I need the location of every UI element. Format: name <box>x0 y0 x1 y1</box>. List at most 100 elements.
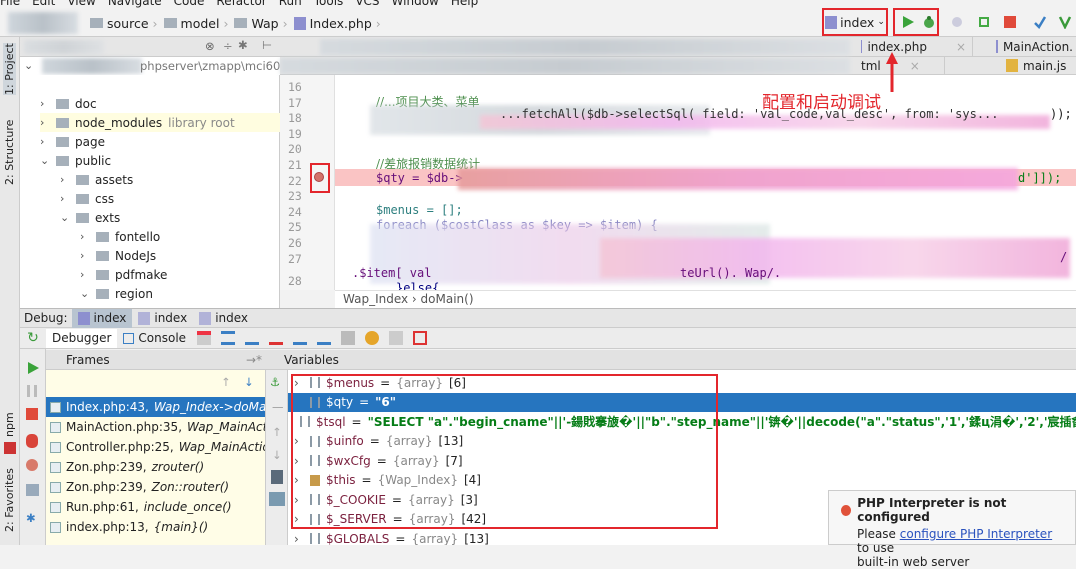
run-to-cursor-icon[interactable] <box>317 331 332 345</box>
chevron-right-icon[interactable]: › <box>60 192 70 205</box>
arrow-up-icon[interactable]: ↑ <box>221 375 231 389</box>
tree-item[interactable]: › page <box>40 132 280 151</box>
arrow-down-icon[interactable]: ↓ <box>244 375 254 389</box>
breadcrumb-source[interactable]: source › <box>90 16 158 31</box>
show-execution-point-icon[interactable] <box>197 331 212 345</box>
menu-vcs[interactable]: VCS <box>355 0 379 8</box>
tab-html[interactable]: tml × <box>855 57 945 74</box>
remove-watch-icon[interactable]: — <box>272 400 284 414</box>
pause-icon[interactable] <box>27 385 37 397</box>
chevron-right-icon[interactable]: › <box>40 97 50 110</box>
tab-main-js[interactable]: main.js <box>1000 57 1076 74</box>
chevron-down-icon[interactable]: ⌄ <box>60 211 70 224</box>
breadcrumb-index-php[interactable]: Index.php › <box>293 16 381 31</box>
vcs-commit-icon[interactable] <box>1058 15 1072 29</box>
tree-item[interactable]: › css <box>60 189 300 208</box>
layout-icon[interactable] <box>26 484 39 496</box>
menu-edit[interactable]: Edit <box>32 0 55 8</box>
tree-item[interactable]: › node_modules library root <box>40 113 280 132</box>
chevron-right-icon[interactable]: › <box>294 532 304 546</box>
tab-debugger[interactable]: Debugger <box>46 328 118 348</box>
evaluate-icon[interactable] <box>341 331 356 345</box>
chevron-right-icon[interactable]: › <box>60 173 70 186</box>
restore-layout-icon[interactable] <box>413 331 428 345</box>
gear-icon[interactable]: ✱ <box>238 38 248 52</box>
rerun-icon[interactable] <box>977 15 991 29</box>
chevron-right-icon[interactable]: › <box>40 135 50 148</box>
chevron-right-icon[interactable]: › <box>80 249 90 262</box>
tool-window-npm[interactable]: npm <box>3 412 16 437</box>
line-number: 28 <box>288 274 302 289</box>
watches-icon[interactable] <box>365 331 380 345</box>
menu-refactor[interactable]: Refactor <box>216 0 266 8</box>
tree-item[interactable]: ⌄ public <box>40 151 280 170</box>
menu-run[interactable]: Run <box>279 0 302 8</box>
frame-item[interactable]: MainAction.php:35,Wap_MainAction-> <box>46 417 265 437</box>
tab-mainaction[interactable]: MainAction. <box>990 37 1076 56</box>
tree-item[interactable]: › doc <box>40 94 280 113</box>
tool-window-project[interactable]: 1: Project <box>3 43 16 95</box>
breadcrumb-model[interactable]: model › <box>163 16 228 31</box>
step-into-icon[interactable] <box>245 331 260 345</box>
arrow-down-icon[interactable]: ↓ <box>272 448 282 462</box>
hide-icon[interactable]: ⊢ <box>262 38 272 52</box>
menu-window[interactable]: Window <box>392 0 439 8</box>
force-step-into-icon[interactable] <box>269 331 284 345</box>
menu-help[interactable]: Help <box>451 0 478 8</box>
breakpoint-icon[interactable] <box>314 172 324 182</box>
chevron-right-icon[interactable]: › <box>40 116 50 129</box>
menu-file[interactable]: File <box>0 0 20 8</box>
chevron-right-icon[interactable]: › <box>80 268 90 281</box>
vcs-update-icon[interactable] <box>1033 15 1047 29</box>
collapse-icon[interactable]: ÷ <box>223 39 233 53</box>
frame-item[interactable]: Zon.php:239, Zon::router() <box>46 477 265 497</box>
coverage-icon[interactable] <box>950 15 964 29</box>
debug-icon[interactable] <box>922 15 936 29</box>
frame-item[interactable]: index.php:13, {main}() <box>46 517 265 537</box>
locate-icon[interactable]: ⊗ <box>205 39 215 53</box>
configure-php-interpreter-link[interactable]: configure PHP Interpreter <box>900 527 1052 541</box>
debug-session-tab[interactable]: index <box>193 309 254 328</box>
settings-icon[interactable] <box>389 331 404 345</box>
debug-session-tab[interactable]: index <box>71 308 133 328</box>
menu-navigate[interactable]: Navigate <box>108 0 162 8</box>
tree-item[interactable]: › assets <box>60 170 300 189</box>
tab-console[interactable]: Console <box>117 329 192 348</box>
frame-item[interactable]: Zon.php:239, zrouter() <box>46 457 265 477</box>
line-number: 26 <box>288 236 302 250</box>
close-icon[interactable]: × <box>956 40 966 54</box>
resume-icon[interactable] <box>26 361 40 375</box>
rerun-icon[interactable]: ↻ <box>20 330 46 346</box>
step-over-icon[interactable] <box>221 331 236 345</box>
menu-view[interactable]: View <box>67 0 95 8</box>
tree-item[interactable]: ⌄ exts <box>60 208 300 227</box>
add-watch-icon[interactable]: ⚓ <box>270 375 280 389</box>
frame-item[interactable]: Run.php:61, include_once() <box>46 497 265 517</box>
tool-window-favorites[interactable]: 2: Favorites <box>3 468 16 532</box>
chevron-down-icon[interactable]: ⌄ <box>80 287 90 300</box>
menu-code[interactable]: Code <box>174 0 205 8</box>
menu-tools[interactable]: Tools <box>314 0 344 8</box>
run-configuration-select[interactable]: index ⌄ <box>822 8 888 36</box>
tool-window-structure[interactable]: 2: Structure <box>3 120 16 185</box>
gear-icon[interactable]: ✱ <box>26 511 36 525</box>
frame-item[interactable]: Index.php:43,Wap_Index->doMain() <box>46 397 265 417</box>
mute-breakpoints-icon[interactable] <box>26 459 38 471</box>
tab-index-php[interactable]: index.php × <box>855 37 973 56</box>
view-breakpoints-icon[interactable] <box>26 434 38 448</box>
stop-icon[interactable] <box>26 408 38 420</box>
show-values-icon[interactable] <box>269 492 285 506</box>
project-root[interactable]: ⌄ phpserver\zmapp\mci600a <box>20 57 295 75</box>
breadcrumb-wap[interactable]: Wap › <box>234 16 288 31</box>
chevron-down-icon[interactable]: ⌄ <box>40 154 50 167</box>
debug-session-tab[interactable]: index <box>132 309 193 328</box>
editor-breadcrumb[interactable]: Wap_Index › doMain() <box>335 290 1076 308</box>
frame-item[interactable]: Controller.php:25,Wap_MainAction-> <box>46 437 265 457</box>
step-out-icon[interactable] <box>293 331 308 345</box>
stop-icon[interactable] <box>1003 15 1017 29</box>
close-icon[interactable]: × <box>910 59 920 73</box>
copy-icon[interactable] <box>271 470 283 484</box>
chevron-right-icon[interactable]: › <box>80 230 90 243</box>
arrow-up-icon[interactable]: ↑ <box>272 425 282 439</box>
run-icon[interactable] <box>901 15 915 29</box>
